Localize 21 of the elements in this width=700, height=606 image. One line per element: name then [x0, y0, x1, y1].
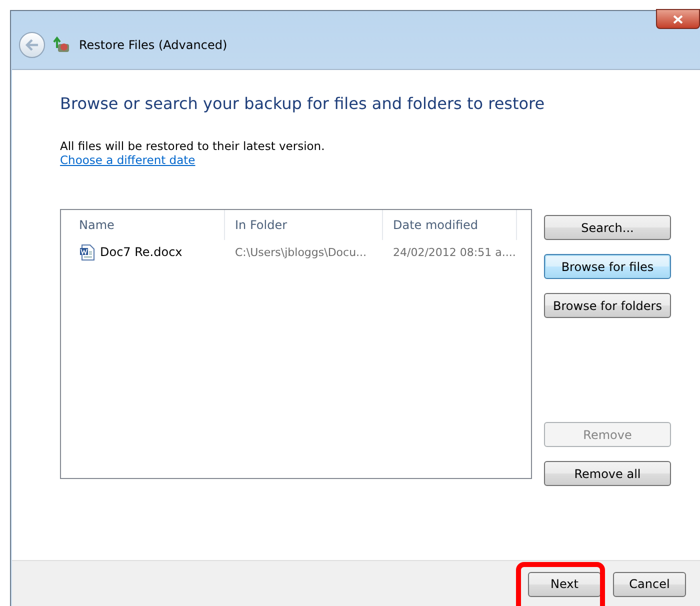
side-button[interactable]: Search...: [544, 215, 671, 240]
column-header[interactable]: In Folder: [225, 210, 383, 240]
folder-cell-text: C:\Users\jbloggs\Docu...: [234, 246, 367, 258]
page-heading: Browse or search your backup for files and folders to restore: [60, 94, 546, 113]
footer-button[interactable]: Next: [528, 572, 601, 596]
column-header[interactable]: Date modified: [383, 210, 517, 240]
back-arrow-icon: [25, 39, 39, 51]
date-cell-text: 24/02/2012 08:51 a....: [392, 246, 516, 258]
file-name-cell[interactable]: Doc7 Re.docx: [69, 244, 225, 260]
column-header[interactable]: Name: [69, 210, 225, 240]
info-text: All files will be restored to their latest version.: [60, 139, 326, 153]
close-button[interactable]: [656, 9, 700, 29]
side-button[interactable]: Browse for files: [544, 254, 671, 279]
restore-icon: [53, 36, 71, 54]
window-title: Restore Files (Advanced): [79, 38, 228, 52]
side-button[interactable]: Remove all: [544, 461, 671, 486]
document-icon: [79, 244, 95, 260]
date-link[interactable]: Choose a different date: [60, 153, 196, 167]
side-button[interactable]: Browse for folders: [544, 293, 671, 318]
footer-button[interactable]: Cancel: [613, 572, 686, 596]
close-icon: [673, 14, 683, 24]
